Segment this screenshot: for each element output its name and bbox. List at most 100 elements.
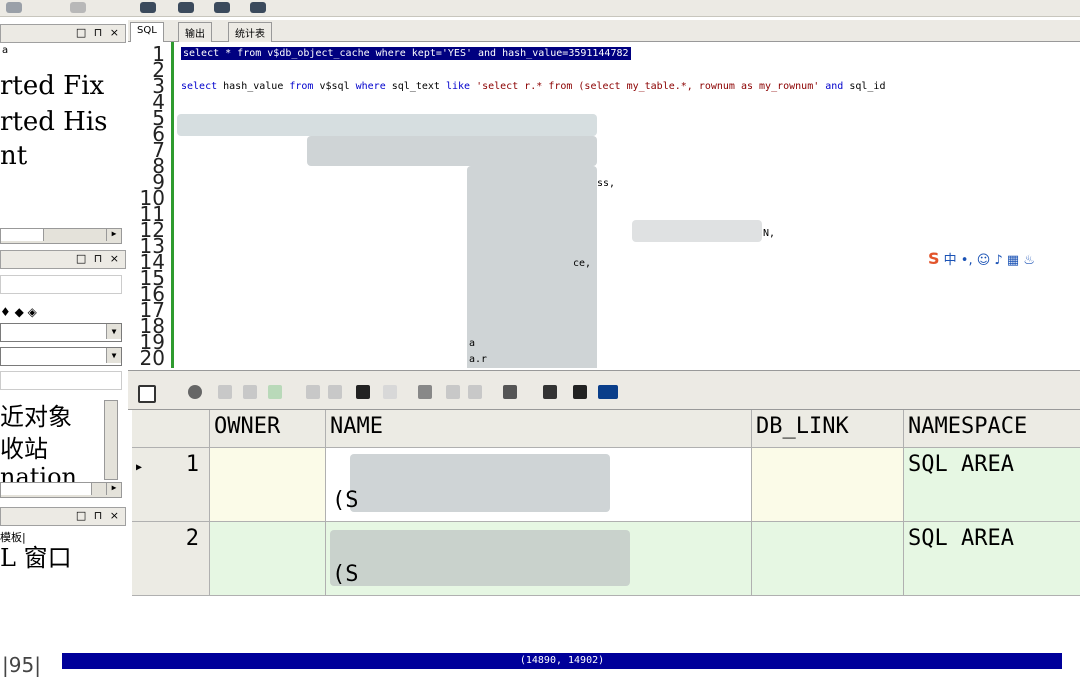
string-literal: 'select r.* from (select my_table.*, row… [470, 81, 826, 92]
horizontal-scrollbar[interactable]: ▶ [0, 228, 122, 244]
sql-window-item[interactable]: L 窗口 [0, 541, 72, 575]
keyword: where [355, 81, 386, 92]
pane-controls-icon[interactable]: □ ⊓ × [76, 26, 121, 39]
undo-icon[interactable] [6, 2, 22, 13]
code-line-1: select * from v$db_object_cache where ke… [181, 47, 631, 60]
scroll-right-icon[interactable]: ▶ [106, 483, 121, 495]
code-text: v$sql [313, 81, 356, 92]
search-input[interactable] [0, 371, 122, 390]
cell-namespace[interactable]: SQL AREA [904, 522, 1080, 596]
pane-controls-icon[interactable]: □ ⊓ × [76, 252, 121, 265]
pane-controls-icon[interactable]: □ ⊓ × [76, 509, 121, 522]
db-icon[interactable] [140, 2, 156, 13]
cell-owner[interactable] [210, 448, 326, 522]
keyword: from [289, 81, 314, 92]
recent-item[interactable]: rted Fix [0, 69, 104, 103]
horizontal-scrollbar[interactable]: ▶ [0, 482, 122, 498]
recent-item[interactable]: nt [0, 139, 27, 173]
code-fragment: a [469, 338, 476, 349]
left-panel: □ ⊓ × a rted Fix rted His nt ▶ □ ⊓ × ♦ ◆… [0, 17, 128, 620]
cell-owner[interactable] [210, 522, 326, 596]
schema-combo[interactable]: ▼ [0, 347, 122, 366]
blurred-value [350, 454, 610, 512]
result-grid[interactable]: OWNER NAME DB_LINK NAMESPACE 1 ▶ (S SQL … [132, 410, 1080, 600]
print-icon[interactable] [573, 385, 587, 399]
code-fragment: a.r [469, 354, 488, 365]
keyword: select [181, 81, 218, 92]
column-header-namespace[interactable]: NAMESPACE [904, 410, 1080, 448]
fetch-all-icon[interactable] [503, 385, 517, 399]
column-header-db-link[interactable]: DB_LINK [752, 410, 904, 448]
disabled-icon [70, 2, 86, 13]
current-row-icon: ▶ [136, 462, 143, 473]
scroll-thumb[interactable] [1, 483, 92, 495]
code-text: sql_text [385, 81, 446, 92]
query-by-example-icon[interactable] [418, 385, 432, 399]
sql-editor[interactable]: select * from v$db_object_cache where ke… [177, 42, 1080, 368]
recycle-bin-item[interactable]: 收站 [0, 432, 48, 466]
clear-icon [383, 385, 397, 399]
previous-icon [446, 385, 460, 399]
cell-db-link[interactable] [752, 522, 904, 596]
recent-item[interactable]: rted His [0, 105, 108, 139]
scroll-right-icon[interactable]: ▶ [106, 229, 121, 241]
filter-box[interactable] [0, 275, 122, 294]
code-fragment: N, [763, 228, 776, 239]
ime-toolbar[interactable]: S 中 •, ☺ ♪ ▦ ♨ [928, 249, 1035, 268]
chevron-down-icon[interactable]: ▼ [106, 324, 121, 339]
code-line-3: select hash_value from v$sql where sql_t… [181, 81, 885, 92]
vertical-scrollbar[interactable] [104, 400, 118, 480]
find-icon[interactable] [356, 385, 370, 399]
delete-row-icon [243, 385, 257, 399]
object-tools-icon[interactable]: ♦ ◆ ◈ [0, 305, 37, 319]
blurred-code [307, 136, 597, 166]
line-number-gutter: 1 2 3 4 5 6 7 8 9 10 11 12 13 14 15 16 1… [128, 42, 174, 368]
cell-name[interactable]: (S [326, 448, 752, 522]
grid-view-icon[interactable] [138, 385, 156, 403]
status-line-indicator: |95| [2, 653, 41, 677]
cell-name-line2: (S [332, 488, 359, 513]
chart-icon[interactable] [598, 385, 618, 399]
grid-corner [132, 410, 210, 448]
column-header-owner[interactable]: OWNER [210, 410, 326, 448]
scroll-thumb[interactable] [1, 229, 44, 241]
blurred-value [330, 530, 630, 586]
code-text: sql_id [843, 81, 886, 92]
pane-subheader: a [0, 43, 124, 60]
blurred-code [632, 220, 762, 242]
cell-db-link[interactable] [752, 448, 904, 522]
code-fragment: ss, [597, 178, 616, 189]
recent-objects-item[interactable]: 近对象 [0, 400, 72, 434]
ime-logo-icon: S [928, 249, 940, 268]
cell-name-line2: (S [332, 562, 359, 587]
filter-clear-icon [328, 385, 342, 399]
column-header-name[interactable]: NAME [326, 410, 752, 448]
selected-text: select * from v$db_object_cache where ke… [181, 47, 631, 60]
ime-tools-icon[interactable]: 中 •, ☺ ♪ ▦ ♨ [944, 253, 1035, 268]
pagination-item[interactable]: nation [0, 465, 77, 483]
object-type-combo[interactable]: ▼ [0, 323, 122, 342]
code-fragment: ce, [573, 258, 592, 269]
blurred-code [177, 114, 597, 136]
pane-header: □ ⊓ × [0, 507, 126, 526]
cell-name[interactable]: (S [326, 522, 752, 596]
chevron-down-icon[interactable]: ▼ [106, 348, 121, 363]
cell-namespace[interactable]: SQL AREA [904, 448, 1080, 522]
keyword: like [445, 81, 471, 92]
main-toolbar [0, 0, 1080, 17]
lock-icon[interactable] [188, 385, 202, 399]
grid-toolbar [128, 370, 1080, 410]
db-icon[interactable] [178, 2, 194, 13]
pane-header: □ ⊓ × [0, 250, 126, 269]
db-icon[interactable] [214, 2, 230, 13]
row-number[interactable]: 1 [132, 448, 210, 522]
next-icon [468, 385, 482, 399]
code-text: hash_value [217, 81, 290, 92]
status-progress-bar: (14890, 14902) [62, 653, 1062, 669]
keyword: and [825, 81, 844, 92]
pane-header: □ ⊓ × [0, 24, 126, 43]
row-number[interactable]: 2 [132, 522, 210, 596]
db-icon[interactable] [250, 2, 266, 13]
status-bar: |95| (14890, 14902) [0, 650, 1080, 678]
save-icon[interactable] [543, 385, 557, 399]
